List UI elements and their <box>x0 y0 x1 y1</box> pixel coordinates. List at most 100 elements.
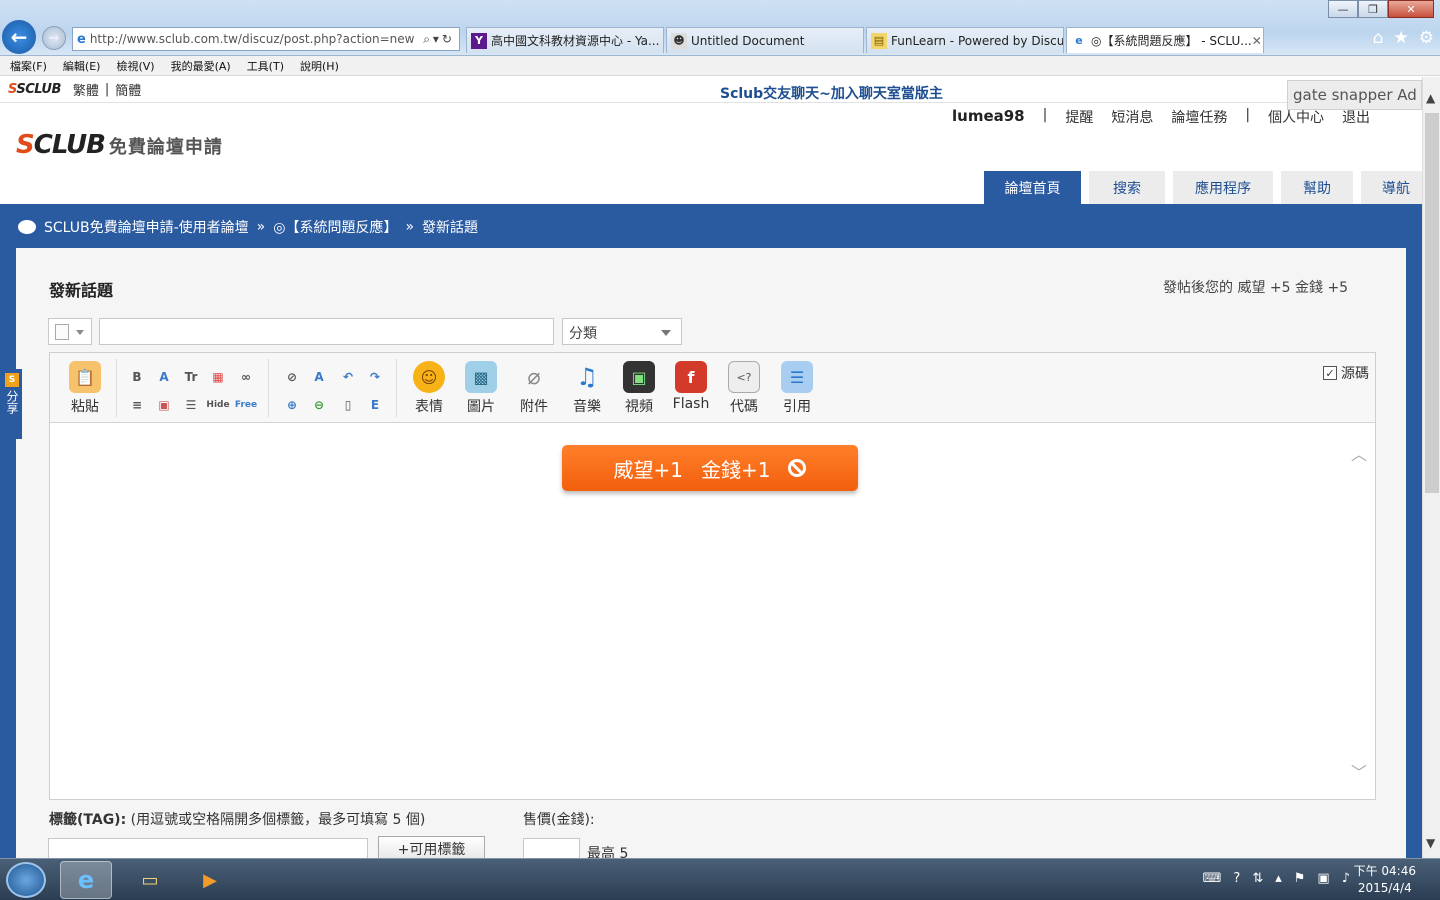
scroll-thumb[interactable] <box>1425 113 1439 493</box>
scroll-down-icon[interactable]: ▼ <box>1426 836 1435 850</box>
tab-apps[interactable]: 應用程序 <box>1173 171 1273 204</box>
site-logo[interactable]: SCLUB 免費論壇申請 <box>16 130 223 160</box>
image-button[interactable]: ▩ 圖片 <box>458 361 504 416</box>
zoom-out-icon[interactable]: ⊖ <box>309 395 329 415</box>
notify-link[interactable]: 提醒 <box>1065 107 1093 127</box>
tab-funlearn[interactable]: ▤ FunLearn - Powered by Discuz! <box>866 27 1064 53</box>
crumb-forum[interactable]: SCLUB免費論壇申請-使用者論壇 <box>44 217 249 237</box>
align-icon[interactable]: ≡ <box>127 395 147 415</box>
forward-button[interactable]: → <box>42 26 66 50</box>
music-button[interactable]: ♫ 音樂 <box>564 361 610 416</box>
editor-scroll-down-icon[interactable]: ﹀ <box>1351 759 1367 783</box>
subject-input[interactable] <box>99 318 554 345</box>
quote-button[interactable]: ☰ 引用 <box>774 361 820 416</box>
attach-button[interactable]: ⌀ 附件 <box>511 361 557 416</box>
image-insert-icon[interactable]: ▣ <box>154 395 174 415</box>
close-tab-icon[interactable]: ✕ <box>1252 34 1262 48</box>
back-button[interactable]: ← <box>2 20 36 54</box>
source-checkbox[interactable]: ✓ <box>1323 366 1337 380</box>
tray-expand-icon[interactable]: ▴ <box>1275 871 1282 886</box>
prohibited-icon[interactable] <box>788 459 807 477</box>
post-editor[interactable]: 📋 粘貼 B A Tr ▦ ∞ ≡ ▣ ☰ Hide Free ⊘ A ↶ ↷ … <box>49 352 1376 800</box>
tab-forum-home[interactable]: 論壇首頁 <box>984 171 1081 204</box>
code-button[interactable]: <? 代碼 <box>721 361 767 416</box>
crumb-sep: » <box>256 219 266 235</box>
tab-search[interactable]: 搜索 <box>1089 171 1165 204</box>
username-link[interactable]: lumea98 <box>952 107 1025 127</box>
page-icon: ☻ <box>671 32 687 49</box>
post-type-select[interactable] <box>48 318 92 345</box>
source-toggle[interactable]: ✓ 源碼 <box>1323 363 1369 383</box>
undo-icon[interactable]: ↶ <box>338 367 358 387</box>
unlink-icon[interactable]: ⊘ <box>282 367 302 387</box>
tab-active[interactable]: e ◎【系統問題反應】 - SCLU... ✕ <box>1066 27 1264 53</box>
category-select[interactable]: 分類 <box>562 318 682 345</box>
free-icon[interactable]: Free <box>235 395 257 415</box>
price-input[interactable] <box>523 838 580 858</box>
network-icon[interactable]: ▣ <box>1317 871 1329 886</box>
page-title: 發新話題 <box>49 281 114 300</box>
emoticon-button[interactable]: ☺ 表情 <box>406 361 452 416</box>
user-bar: lumea98 | 提醒 短消息 論壇任務 | 個人中心 退出 <box>952 107 1371 127</box>
menu-edit[interactable]: 編輯(E) <box>63 58 101 74</box>
blank-page-icon[interactable]: ▯ <box>338 395 358 415</box>
start-button[interactable] <box>6 862 46 898</box>
share-sidebar[interactable]: S 分享 <box>2 369 22 439</box>
tab-navigation[interactable]: 導航 <box>1361 171 1422 204</box>
favorites-star-icon[interactable]: ★ <box>1394 28 1409 48</box>
video-button[interactable]: ▣ 視頻 <box>616 361 662 416</box>
page-break-icon[interactable]: E <box>365 395 385 415</box>
taskbar-ie[interactable]: e <box>60 861 112 899</box>
list-icon[interactable]: ☰ <box>181 395 201 415</box>
taskbar-explorer[interactable]: ▭ <box>124 861 176 899</box>
menu-file[interactable]: 檔案(F) <box>10 58 47 74</box>
flag-icon[interactable]: ⚑ <box>1294 871 1306 886</box>
bold-icon[interactable]: B <box>127 367 147 387</box>
volume-icon[interactable]: ♪ <box>1342 871 1350 886</box>
address-actions-icon[interactable]: ⌕▾↻ <box>419 32 459 47</box>
menu-view[interactable]: 檢視(V) <box>116 58 154 74</box>
link-icon[interactable]: ∞ <box>236 367 256 387</box>
close-window-button[interactable]: ✕ <box>1388 0 1434 18</box>
zoom-in-icon[interactable]: ⊕ <box>282 395 302 415</box>
color-grid-icon[interactable]: ▦ <box>208 367 228 387</box>
flash-button[interactable]: f Flash <box>668 361 714 412</box>
system-clock[interactable]: 下午 04:46 2015/4/4 <box>1354 863 1416 897</box>
hide-icon[interactable]: Hide <box>206 395 229 415</box>
logout-link[interactable]: 退出 <box>1342 107 1370 127</box>
taskbar-media[interactable]: ▶ <box>184 861 236 899</box>
network-switch-icon[interactable]: ⇅ <box>1252 871 1263 886</box>
tab-help[interactable]: 幫助 <box>1281 171 1353 204</box>
home-icon[interactable]: ⌂ <box>1373 28 1384 48</box>
keyboard-icon[interactable]: ⌨ <box>1203 871 1222 886</box>
announcement-link[interactable]: Sclub交友聊天~加入聊天室當版主 <box>720 83 943 103</box>
scroll-up-icon[interactable]: ▲ <box>1426 91 1435 105</box>
traditional-link[interactable]: 繁體 <box>73 80 99 99</box>
page-scrollbar[interactable]: ▲ ▼ <box>1422 77 1440 858</box>
paste-button[interactable]: 📋 粘貼 <box>62 361 108 416</box>
crumb-board[interactable]: ◎【系統問題反應】 <box>273 217 397 237</box>
editor-scroll-up-icon[interactable]: ︿ <box>1351 441 1367 465</box>
gear-icon[interactable]: ⚙ <box>1419 28 1434 48</box>
font-size-icon[interactable]: Tr <box>181 367 201 387</box>
tasks-link[interactable]: 論壇任務 <box>1171 107 1227 127</box>
profile-link[interactable]: 個人中心 <box>1268 107 1324 127</box>
minimize-button[interactable]: — <box>1328 0 1358 18</box>
small-logo[interactable]: SSCLUB <box>8 82 61 97</box>
tab-untitled[interactable]: ☻ Untitled Document <box>666 27 864 53</box>
messages-link[interactable]: 短消息 <box>1111 107 1153 127</box>
tag-input[interactable] <box>48 838 368 858</box>
help-icon[interactable]: ? <box>1233 871 1240 886</box>
available-tags-button[interactable]: +可用標籤 <box>378 836 485 858</box>
clear-format-icon[interactable]: A <box>309 367 329 387</box>
address-bar[interactable]: e http://www.sclub.com.tw/discuz/post.ph… <box>72 27 460 51</box>
ad-overlay[interactable]: gate snapper Ad <box>1287 80 1422 110</box>
maximize-button[interactable]: ❐ <box>1358 0 1388 18</box>
redo-icon[interactable]: ↷ <box>365 367 385 387</box>
simplified-link[interactable]: 簡體 <box>115 80 141 99</box>
menu-tools[interactable]: 工具(T) <box>247 58 284 74</box>
font-icon[interactable]: A <box>154 367 174 387</box>
menu-favorites[interactable]: 我的最愛(A) <box>171 58 231 74</box>
menu-help[interactable]: 說明(H) <box>300 58 339 74</box>
tab-yahoo[interactable]: Y 高中國文科教材資源中心 - Ya... <box>466 27 664 53</box>
